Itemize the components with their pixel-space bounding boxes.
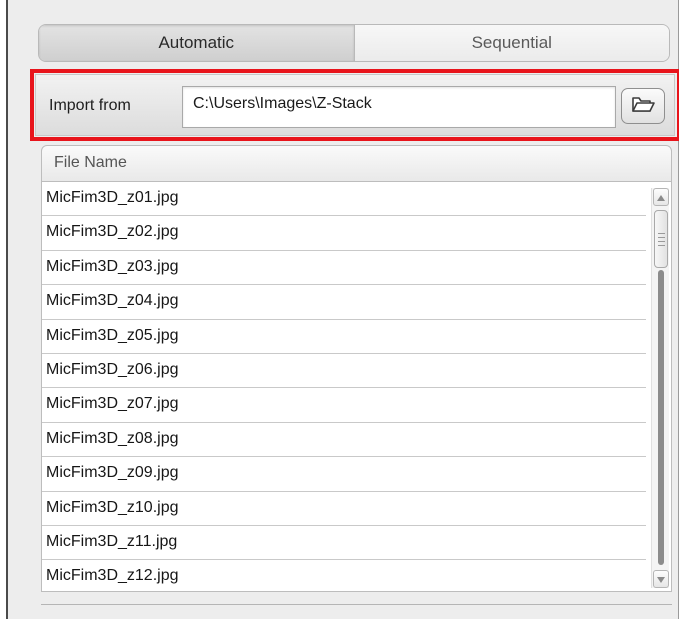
- file-row[interactable]: MicFim3D_z11.jpg: [42, 526, 646, 561]
- file-row[interactable]: MicFim3D_z09.jpg: [42, 457, 646, 492]
- grip-line: [658, 241, 665, 242]
- scroll-up-button[interactable]: [653, 188, 669, 206]
- file-rows: MicFim3D_z01.jpg MicFim3D_z02.jpg MicFim…: [42, 182, 646, 591]
- bottom-divider: [41, 604, 672, 605]
- grip-line: [658, 237, 665, 238]
- grip-line: [658, 233, 665, 234]
- file-row[interactable]: MicFim3D_z07.jpg: [42, 388, 646, 423]
- file-row[interactable]: MicFim3D_z04.jpg: [42, 285, 646, 320]
- file-name-column-header[interactable]: File Name: [41, 145, 672, 182]
- file-list: MicFim3D_z01.jpg MicFim3D_z02.jpg MicFim…: [41, 182, 672, 592]
- folder-open-icon: [631, 95, 655, 118]
- import-panel: Automatic Sequential Import from C:\User…: [6, 0, 679, 619]
- import-path-field[interactable]: C:\Users\Images\Z-Stack: [182, 86, 616, 128]
- grip-line: [658, 245, 665, 246]
- file-row[interactable]: MicFim3D_z10.jpg: [42, 492, 646, 526]
- scroll-track[interactable]: [658, 270, 664, 565]
- tab-sequential[interactable]: Sequential: [354, 25, 669, 61]
- file-row[interactable]: MicFim3D_z03.jpg: [42, 251, 646, 286]
- import-from-label: Import from: [49, 97, 131, 114]
- arrow-down-icon: [657, 570, 665, 588]
- file-row[interactable]: MicFim3D_z06.jpg: [42, 354, 646, 389]
- browse-folder-button[interactable]: [621, 88, 665, 124]
- vertical-scrollbar[interactable]: [651, 188, 669, 588]
- scroll-thumb[interactable]: [654, 210, 668, 268]
- import-row: Import from C:\Users\Images\Z-Stack: [35, 74, 675, 136]
- mode-tabs: Automatic Sequential: [38, 24, 670, 62]
- file-row[interactable]: MicFim3D_z01.jpg: [42, 182, 646, 217]
- file-row[interactable]: MicFim3D_z02.jpg: [42, 216, 646, 251]
- tab-automatic[interactable]: Automatic: [39, 25, 355, 61]
- file-row[interactable]: MicFim3D_z12.jpg: [42, 560, 646, 591]
- file-row[interactable]: MicFim3D_z08.jpg: [42, 423, 646, 458]
- arrow-up-icon: [657, 188, 665, 206]
- file-row[interactable]: MicFim3D_z05.jpg: [42, 320, 646, 354]
- scroll-down-button[interactable]: [653, 570, 669, 588]
